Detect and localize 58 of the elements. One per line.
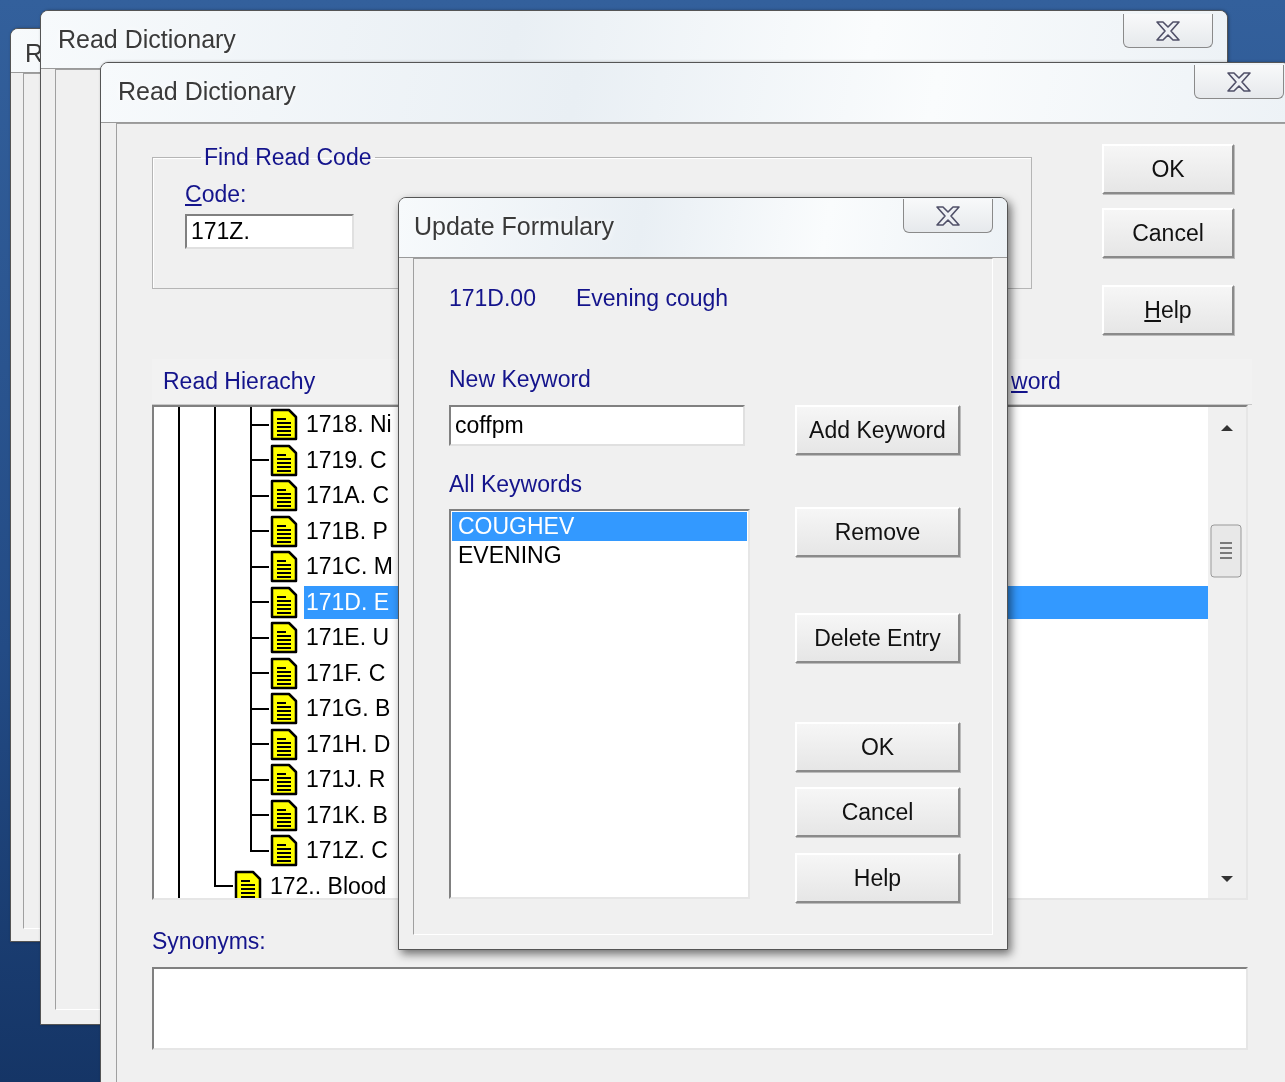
document-icon <box>270 443 298 477</box>
close-button[interactable] <box>1194 65 1284 99</box>
synonyms-field[interactable] <box>152 967 1248 1050</box>
document-icon <box>270 514 298 548</box>
document-icon <box>270 550 298 584</box>
tree-item[interactable]: 171J. R <box>304 763 388 797</box>
group-title: Find Read Code <box>203 144 373 171</box>
tree-item[interactable]: 171H. D <box>304 727 393 761</box>
tree-item[interactable]: 171K. B <box>304 798 390 832</box>
tree-item[interactable]: 172.. Blood <box>268 869 389 898</box>
close-icon <box>1226 71 1252 92</box>
tree-item[interactable]: 171A. C <box>304 479 392 513</box>
keyword-item[interactable]: EVENING <box>452 541 747 570</box>
window-title: Update Formulary <box>413 211 615 241</box>
window-title: Read Dictionary <box>57 24 236 54</box>
document-icon <box>270 763 298 797</box>
document-icon <box>270 692 298 726</box>
document-icon <box>270 479 298 513</box>
document-icon <box>270 656 298 690</box>
tree-item[interactable]: 1718. Ni <box>304 408 394 442</box>
dialog-button[interactable]: Delete Entry <box>795 613 960 663</box>
tree-item[interactable]: 171F. C <box>304 656 388 690</box>
close-icon <box>935 205 961 226</box>
code-label: Code: <box>185 181 247 208</box>
document-icon <box>270 727 298 761</box>
read-code: 171D.00 <box>449 285 536 312</box>
new-keyword-label: New Keyword <box>449 366 591 393</box>
tree-item[interactable]: 1719. C <box>304 443 389 477</box>
dialog-button[interactable]: OK <box>795 722 960 772</box>
tree-item[interactable]: 171G. B <box>304 692 393 726</box>
tree-item[interactable]: 171Z. C <box>304 834 390 868</box>
dialog-button[interactable]: Remove <box>795 507 960 557</box>
dialog-button[interactable]: Add Keyword <box>795 405 960 455</box>
scrollbar[interactable] <box>1208 407 1246 898</box>
tree-item[interactable]: 171E. U <box>304 621 392 655</box>
code-field[interactable]: 171Z. <box>185 214 354 249</box>
term-text: Evening cough <box>575 285 729 312</box>
synonyms-label: Synonyms: <box>152 928 267 955</box>
document-icon <box>270 585 298 619</box>
column-header[interactable]: word <box>1011 368 1252 395</box>
tree-item[interactable]: 171C. M <box>304 550 395 584</box>
tree-item[interactable]: 171B. P <box>304 514 390 548</box>
document-icon <box>270 798 298 832</box>
keyword-field[interactable]: coffpm <box>449 405 745 446</box>
dialog-button[interactable]: Cancel <box>795 787 960 837</box>
document-icon <box>234 869 262 898</box>
close-button[interactable] <box>903 199 993 233</box>
dialog-button[interactable]: OK <box>1102 144 1234 194</box>
all-keywords-label: All Keywords <box>449 471 582 498</box>
close-icon <box>1155 20 1181 41</box>
dialog-button[interactable]: Help <box>795 853 960 903</box>
document-icon <box>270 408 298 442</box>
document-icon <box>270 834 298 868</box>
document-icon <box>270 621 298 655</box>
close-button[interactable] <box>1123 14 1213 48</box>
dialog-button[interactable]: Help <box>1102 285 1234 335</box>
dialog-button[interactable]: Cancel <box>1102 208 1234 258</box>
window-title: Read Dictionary <box>117 76 296 106</box>
